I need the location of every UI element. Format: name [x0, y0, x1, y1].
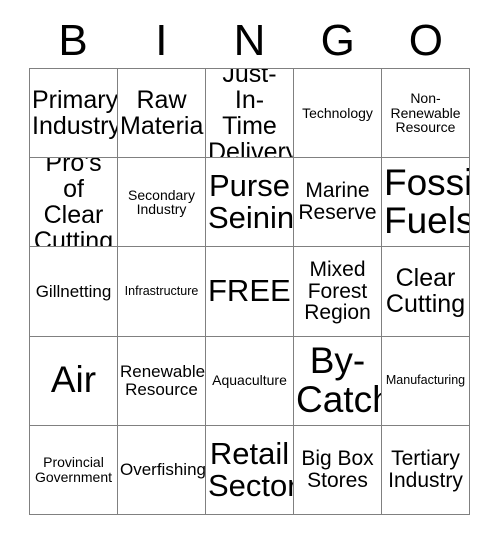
bingo-card: B I N G O Primary Industry Raw Material Just-I…: [0, 0, 500, 544]
bingo-cell[interactable]: Big Box Stores: [294, 425, 382, 515]
bingo-cell[interactable]: Overfishing: [118, 425, 206, 515]
bingo-cell-label: Renewable Resource: [120, 362, 206, 399]
bingo-cell-label: Primary Industry: [32, 86, 118, 141]
bingo-cell-label: Just-In-Time Delivery: [208, 69, 294, 159]
bingo-cell-label: Air: [50, 359, 97, 401]
bingo-cell[interactable]: Tertiary Industry: [382, 425, 470, 515]
bingo-cell-label: Fossil Fuels: [384, 161, 470, 242]
bingo-cell-label: Technology: [302, 104, 373, 121]
bingo-cell[interactable]: Pro's of Clear Cutting: [30, 158, 118, 248]
bingo-header-row: BINGO: [29, 14, 470, 68]
bingo-cell[interactable]: Just-In-Time Delivery: [206, 69, 294, 159]
bingo-cell-label: Clear Cutting: [385, 264, 466, 319]
bingo-cell[interactable]: Infrastructure: [118, 247, 206, 337]
bingo-cell[interactable]: Provincial Government: [30, 425, 118, 515]
bingo-cell-label: Raw Material: [120, 86, 206, 141]
bingo-cell[interactable]: Gillnetting: [30, 247, 118, 337]
bingo-grid: Primary Industry Raw Material Just-In-Time…: [29, 68, 470, 515]
bingo-cell[interactable]: Technology: [294, 69, 382, 159]
bingo-cell[interactable]: Raw Material: [118, 69, 206, 159]
bingo-cell[interactable]: Primary Industry: [30, 69, 118, 159]
bingo-cell-label: Infrastructure: [124, 283, 199, 298]
bingo-cell-label: Pro's of Clear Cutting: [33, 158, 114, 248]
bingo-header-letter-3: G: [320, 16, 355, 65]
bingo-cell-label: By-Catch: [296, 340, 381, 420]
bingo-cell-label: Aquaculture: [212, 372, 287, 389]
bingo-cell[interactable]: Mixed Forest Region: [294, 247, 382, 337]
bingo-cell-label: Non-Renewable Resource: [390, 90, 461, 136]
bingo-cell[interactable]: Secondary Industry: [118, 158, 206, 248]
bingo-cell[interactable]: Clear Cutting: [382, 247, 470, 337]
bingo-cell-label: Purse Seining: [208, 168, 294, 236]
bingo-cell[interactable]: By-Catch: [294, 336, 382, 426]
bingo-cell-label: Secondary Industry: [128, 186, 195, 218]
bingo-cell-label: Retail Sector: [208, 435, 294, 503]
bingo-cell[interactable]: Purse Seining: [206, 158, 294, 248]
bingo-header-letter-4: O: [408, 16, 444, 65]
bingo-cell-label: Tertiary Industry: [388, 447, 463, 492]
bingo-header-letter-2: N: [233, 16, 266, 65]
bingo-cell-label: Marine Reserve: [298, 179, 377, 225]
bingo-cell-label: Gillnetting: [35, 281, 112, 301]
bingo-cell[interactable]: Fossil Fuels: [382, 158, 470, 248]
bingo-cell[interactable]: Air: [30, 336, 118, 426]
bingo-header-letter-1: I: [155, 16, 168, 65]
bingo-cell[interactable]: Marine Reserve: [294, 158, 382, 248]
bingo-cell-label: Provincial Government: [34, 454, 113, 485]
bingo-cell-label: FREE!: [208, 273, 294, 309]
bingo-cell[interactable]: Aquaculture: [206, 336, 294, 426]
bingo-cell[interactable]: Retail Sector: [206, 425, 294, 515]
bingo-cell[interactable]: Renewable Resource: [118, 336, 206, 426]
bingo-free-space-cell[interactable]: FREE!: [206, 247, 294, 337]
bingo-cell[interactable]: Manufacturing: [382, 336, 470, 426]
bingo-cell-label: Manufacturing: [385, 373, 466, 388]
bingo-cell-label: Big Box Stores: [301, 447, 374, 492]
bingo-cell[interactable]: Non-Renewable Resource: [382, 69, 470, 159]
bingo-cell-label: Overfishing: [120, 460, 206, 480]
bingo-header-letter-0: B: [58, 16, 88, 65]
bingo-cell-label: Mixed Forest Region: [304, 257, 371, 325]
